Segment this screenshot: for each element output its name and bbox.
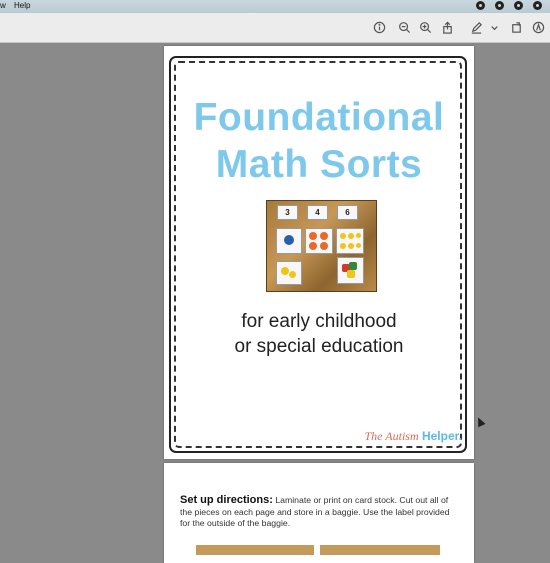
rotate-icon[interactable]: [509, 20, 523, 34]
menu-bar: w Help: [0, 0, 550, 13]
card-preview-right: [320, 545, 440, 555]
brand-logo: The Autism Helper.: [365, 429, 463, 444]
status-icons: [476, 1, 542, 10]
cover-title-line2: Math Sorts: [215, 143, 423, 186]
setup-heading: Set up directions:: [180, 494, 273, 506]
cover-subtitle-line2: or special education: [234, 336, 404, 357]
document-page-cover[interactable]: Foundational Math Sorts 3 4 6 for early …: [164, 46, 474, 459]
zoom-in-icon[interactable]: [418, 20, 432, 34]
share-icon[interactable]: [440, 20, 454, 34]
cover-subtitle-line1: for early childhood: [241, 311, 397, 332]
logo-text-part2: Helper.: [421, 429, 462, 443]
card-preview-left: [196, 545, 314, 555]
menu-item-help[interactable]: Help: [14, 1, 30, 10]
logo-text-part1: The Autism: [364, 429, 419, 443]
counter-card-dots: [276, 228, 302, 254]
counter-card-orange: [305, 228, 333, 254]
markup-pen-icon[interactable]: [469, 20, 483, 34]
number-card-6: 6: [337, 205, 358, 220]
counter-card-shapes: [337, 257, 364, 284]
chevron-down-icon[interactable]: [487, 20, 501, 34]
mouse-cursor-icon: [474, 415, 486, 428]
math-sort-photo: 3 4 6: [266, 200, 377, 292]
menu-item-window[interactable]: w: [0, 1, 6, 10]
document-page-directions[interactable]: Set up directions: Laminate or print on …: [164, 463, 474, 563]
number-card-3: 3: [277, 205, 298, 220]
counter-card-star-pair: [276, 261, 302, 285]
preview-toolbar: [0, 13, 550, 43]
counter-card-stars: [336, 228, 364, 254]
status-icon-2[interactable]: [495, 1, 504, 10]
number-card-4: 4: [307, 205, 328, 220]
zoom-out-icon[interactable]: [397, 20, 411, 34]
status-icon-1[interactable]: [476, 1, 485, 10]
status-icon-4[interactable]: [533, 1, 542, 10]
annotate-icon[interactable]: [531, 20, 545, 34]
setup-directions: Set up directions: Laminate or print on …: [180, 494, 462, 530]
status-icon-3[interactable]: [514, 1, 523, 10]
info-icon[interactable]: [372, 20, 386, 34]
cover-title-line1: Foundational: [193, 96, 445, 139]
